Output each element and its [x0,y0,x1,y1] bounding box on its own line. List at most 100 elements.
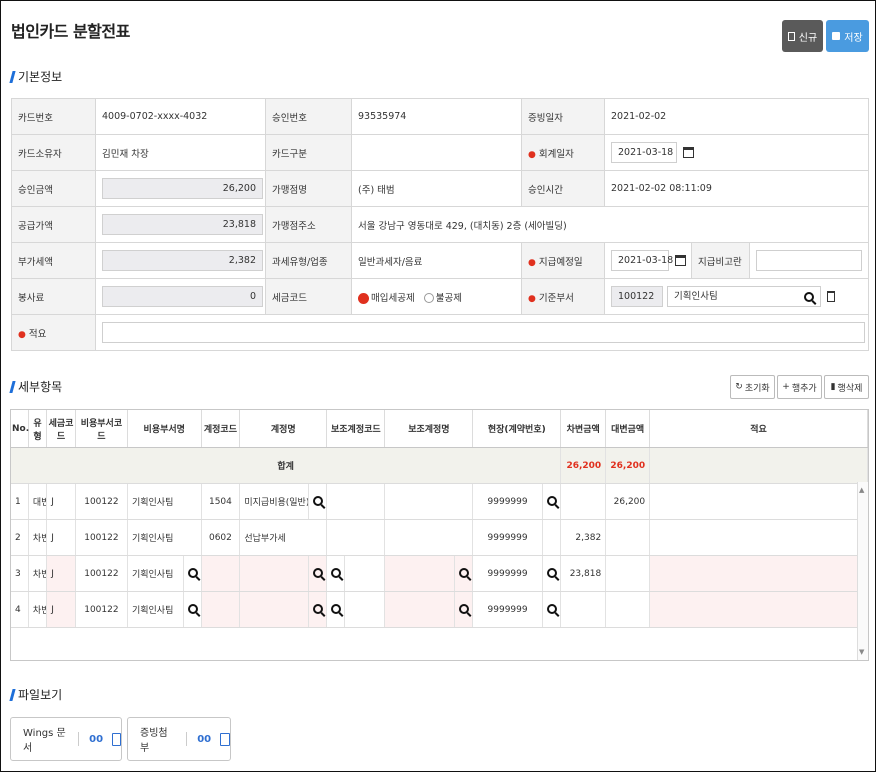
search-icon[interactable] [546,604,557,615]
row-site-search [542,591,562,628]
pay-date-input[interactable]: 2021-03-18 [611,250,673,271]
row-tax: J [46,519,76,556]
row-acct-search [308,591,328,628]
row-tax: J [46,591,76,628]
tax-nondeduct-label: 불공제 [435,292,462,304]
row-sub-acct-search [326,591,345,628]
scroll-up-icon[interactable]: ▲ [859,486,864,494]
row-sub-acct-name[interactable] [384,555,455,592]
row-site-search [542,519,562,556]
row-no: 3 [11,555,29,592]
table-row[interactable]: 1 대변 J 100122 기획인사팀 1504 미지급비용(일반) 99999… [11,483,868,520]
pay-note-input[interactable] [756,250,862,271]
row-dept-code: 100122 [75,519,128,556]
merchant-label: 가맹점명 [265,170,352,207]
delete-row-button[interactable]: ▮ 행삭제 [824,375,869,399]
row-tax: J [46,483,76,520]
merchant-value: (주) 태범 [351,170,522,207]
merchant-addr-value: 서울 강남구 영동대로 429, (대치동) 2층 (세아빌딩) [350,206,870,243]
row-acct-name[interactable] [239,555,309,592]
table-row[interactable]: 3 차변 J 100122 기획인사팀 9999999 23,818 [11,555,868,592]
memo-input[interactable] [102,322,865,343]
row-memo[interactable] [649,555,868,592]
search-icon[interactable] [312,568,323,579]
search-icon[interactable] [188,604,199,615]
acct-date-input[interactable]: 2021-03-18 [611,142,677,163]
approved-amt-field: 26,200 [102,178,263,199]
row-sub-acct-code [326,519,386,556]
supply-amt-label: 공급가액 [11,206,96,243]
tax-code-cell: 매입세공제 불공제 [351,278,522,315]
row-debit: 2,382 [560,519,607,556]
row-acct-search [308,555,328,592]
approval-time-value: 2021-02-02 08:11:09 [603,170,870,207]
dept-code-field: 100122 [611,286,663,307]
search-icon[interactable] [331,604,342,615]
col-sub-acct-code: 보조계정코드 [326,410,386,448]
search-icon[interactable] [331,568,342,579]
tax-type-value: 일반과세자/음료 [351,242,522,279]
tax-nondeduct-radio[interactable] [423,293,434,303]
table-row[interactable]: 4 차변 J 100122 기획인사팀 9999999 [11,591,868,628]
calendar-icon[interactable] [675,255,686,266]
proof-date-value: 2021-02-02 [603,98,870,135]
search-icon[interactable] [312,604,323,615]
new-button[interactable]: 신규 [782,20,823,52]
search-icon[interactable] [546,496,557,507]
basic-info-title-text: 기본정보 [18,70,63,84]
search-icon[interactable] [188,568,199,579]
grid-scrollbar[interactable]: ▲ ▼ [857,482,868,660]
row-acct-code[interactable] [201,591,241,628]
dept-name-input[interactable]: 기획인사팀 [667,286,822,307]
row-site: 9999999 [472,555,543,592]
search-icon[interactable] [546,568,557,579]
search-icon[interactable] [458,604,469,615]
divider [186,732,188,746]
document-icon[interactable] [112,732,121,746]
approved-amt-cell: 26,200 [95,170,266,207]
required-mark-icon: ● [18,329,26,340]
calendar-icon[interactable] [683,147,694,158]
supply-amt-cell: 23,818 [95,206,266,243]
proof-date-label: 증빙일자 [521,98,605,135]
row-type: 대변 [28,483,48,520]
tax-deduct-radio[interactable] [358,292,369,304]
row-acct-code: 1504 [201,483,241,520]
proof-attach-box[interactable]: 증빙첨부 00 [127,717,231,761]
detail-title-text: 세부항목 [18,380,63,394]
detail-section-title: 세부항목 [9,378,63,395]
section-bar-icon [9,380,16,393]
search-icon[interactable] [458,568,469,579]
search-icon[interactable] [312,496,323,507]
card-type-label: 카드구분 [265,134,352,171]
row-sub-acct-name[interactable] [384,591,455,628]
scroll-down-icon[interactable]: ▼ [859,648,864,656]
row-acct-code: 0602 [201,519,241,556]
pay-date-cell: 2021-03-18 [604,242,692,279]
sum-memo [649,447,868,484]
sum-debit: 26,200 [560,447,607,484]
vat-label: 부가세액 [11,242,96,279]
tax-type-label: 과세유형/업종 [265,242,352,279]
row-debit [560,591,607,628]
wings-doc-box[interactable]: Wings 문서 00 [10,717,122,761]
add-row-button[interactable]: + 행추가 [777,375,822,399]
save-button[interactable]: 저장 [826,20,869,52]
row-memo[interactable] [649,591,868,628]
trash-icon[interactable] [827,291,836,302]
table-row[interactable]: 2 차변 J 100122 기획인사팀 0602 선납부가세 9999999 2… [11,519,868,556]
row-acct-code[interactable] [201,555,241,592]
acct-date-label: 회계일자 [538,148,574,160]
row-acct-name[interactable] [239,591,309,628]
files-title-text: 파일보기 [18,688,63,702]
search-icon[interactable] [804,291,815,302]
pay-note-cell [748,242,870,279]
row-debit [560,483,607,520]
delete-row-button-label: 행삭제 [837,383,863,394]
service-field: 0 [102,286,263,307]
service-cell: 0 [95,278,266,315]
required-mark-icon: ● [528,149,536,160]
sum-row: 합계 26,200 26,200 [11,447,868,484]
reset-button[interactable]: ↻ 초기화 [730,375,775,399]
document-icon[interactable] [220,732,230,746]
